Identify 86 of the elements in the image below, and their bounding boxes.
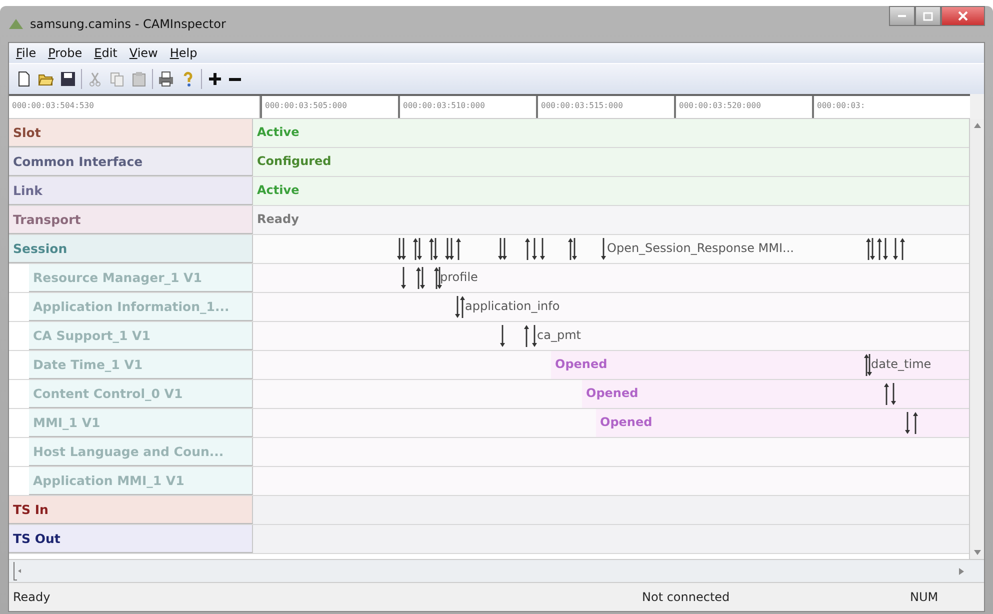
minus-button[interactable] — [228, 76, 242, 82]
up-arrow-icon — [864, 354, 869, 376]
maximize-icon — [923, 12, 933, 20]
down-arrow-icon — [601, 238, 606, 260]
close-icon — [958, 11, 968, 21]
menu-item[interactable]: Help — [164, 45, 202, 61]
down-arrow-icon — [572, 238, 577, 260]
up-arrow-icon — [413, 238, 418, 260]
down-arrow-icon — [417, 238, 422, 260]
up-arrow-icon — [524, 325, 529, 347]
message-label: Open_Session_Response MMI... — [607, 241, 794, 255]
plus-icon — [207, 71, 223, 87]
down-arrow-icon — [905, 412, 910, 434]
channel-label[interactable]: Slot — [9, 119, 253, 147]
copy-icon — [109, 71, 125, 87]
state-text: Opened — [600, 415, 652, 429]
channel-label[interactable]: TS In — [9, 496, 253, 524]
status-text: NUM — [909, 590, 940, 604]
down-arrow-icon — [532, 238, 537, 260]
down-arrow-icon — [867, 354, 872, 376]
message-label: date_time — [871, 357, 932, 371]
down-arrow-icon — [883, 238, 888, 260]
scroll-up-icon — [974, 123, 980, 128]
up-arrow-icon — [460, 296, 465, 318]
plus-button[interactable] — [206, 70, 224, 88]
down-arrow-icon — [433, 238, 438, 260]
scroll-down-icon — [974, 550, 980, 555]
state-text: Configured — [257, 154, 332, 168]
channel-label[interactable]: Common Interface — [9, 148, 253, 176]
channel-label[interactable]: Session — [9, 235, 253, 263]
down-arrow-icon — [455, 296, 460, 318]
up-arrow-icon — [429, 238, 434, 260]
message-label: ca_pmt — [537, 328, 581, 342]
status-text: Not connected — [641, 590, 731, 604]
print-button[interactable] — [157, 70, 175, 88]
down-arrow-icon — [893, 238, 898, 260]
print-icon — [158, 71, 174, 87]
state-text: Ready — [257, 212, 299, 226]
state-text: Opened — [586, 386, 638, 400]
channel-label[interactable]: TS Out — [9, 525, 253, 553]
menu-item[interactable]: View — [124, 45, 163, 61]
channel-label[interactable]: Transport — [9, 206, 253, 234]
minus-icon — [229, 78, 241, 80]
up-arrow-icon — [416, 267, 421, 289]
window-title: samsung.camins - CAMInspector — [30, 17, 226, 31]
down-arrow-icon — [870, 238, 875, 260]
down-arrow-icon — [532, 325, 537, 347]
close-button[interactable] — [941, 6, 985, 26]
save-icon — [60, 71, 76, 87]
menu-item[interactable]: File — [11, 45, 42, 61]
paste-icon — [131, 71, 147, 87]
cut-icon — [87, 71, 103, 87]
menu-item[interactable]: Probe — [43, 45, 88, 61]
minimize-button[interactable] — [889, 6, 915, 26]
paste-button[interactable] — [130, 70, 148, 88]
up-arrow-icon — [434, 267, 439, 289]
down-arrow-icon — [540, 238, 545, 260]
message-label: application_info — [465, 299, 560, 313]
scroll-right-icon — [959, 568, 964, 574]
save-button[interactable] — [59, 70, 77, 88]
up-arrow-icon — [913, 412, 918, 434]
app-icon — [8, 17, 24, 31]
state-text: Active — [257, 125, 300, 139]
down-arrow-icon — [891, 383, 896, 405]
minimize-icon — [898, 15, 906, 17]
up-arrow-icon — [568, 238, 573, 260]
new-file-icon — [16, 71, 32, 87]
up-arrow-icon — [525, 238, 530, 260]
up-arrow-icon — [877, 238, 882, 260]
down-arrow-icon — [500, 325, 505, 347]
scroll-left-icon — [13, 560, 22, 582]
channel-label[interactable]: Link — [9, 177, 253, 205]
menu-item[interactable]: Edit — [89, 45, 122, 61]
down-arrow-icon — [437, 267, 442, 289]
state-text: Opened — [555, 357, 608, 371]
maximize-button[interactable] — [915, 6, 941, 26]
up-arrow-icon — [866, 238, 871, 260]
status-text: Ready — [12, 590, 52, 604]
time-label: 000:00:03:504:530 — [9, 96, 260, 118]
down-arrow-icon — [401, 267, 406, 289]
state-text: Active — [257, 183, 300, 197]
up-arrow-icon — [900, 238, 905, 260]
up-arrow-icon — [884, 383, 889, 405]
down-arrow-icon — [420, 267, 425, 289]
message-label: profile — [440, 270, 478, 284]
up-arrow-icon — [456, 238, 461, 260]
